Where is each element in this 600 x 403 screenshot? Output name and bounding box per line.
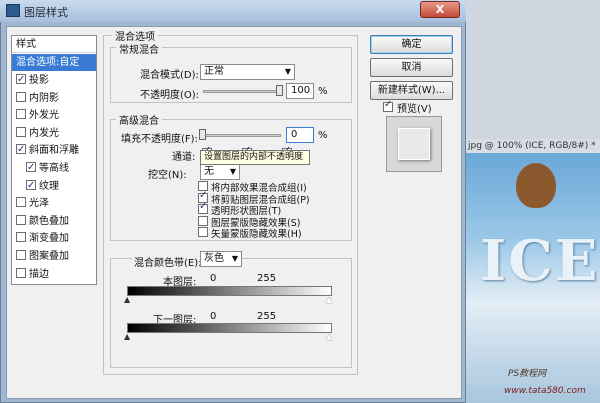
style-item-label: 颜色叠加 — [29, 215, 69, 227]
opacity-unit: % — [318, 86, 328, 97]
fill-opacity-tooltip: 设置图层的内部不透明度 — [200, 150, 310, 165]
watermark-line2: www.tata580.com — [504, 386, 586, 396]
advanced-option-checkbox[interactable] — [198, 227, 208, 237]
fill-opacity-input[interactable]: 0 — [286, 127, 314, 143]
style-item[interactable]: 内发光 — [12, 125, 96, 142]
preview-checkbox[interactable] — [383, 99, 393, 112]
style-item-label: 渐变叠加 — [29, 233, 69, 245]
style-item-checkbox[interactable] — [16, 109, 26, 120]
style-item[interactable]: 渐变叠加 — [12, 230, 96, 247]
style-item[interactable]: 纹理 — [12, 177, 96, 195]
style-item[interactable]: 内阴影 — [12, 90, 96, 107]
underlying-gradient — [127, 323, 332, 333]
this-layer-black-slider[interactable]: ▲ — [124, 295, 130, 304]
ok-button[interactable]: 确定 — [370, 35, 453, 54]
fill-opacity-slider[interactable] — [203, 134, 281, 137]
new-style-button[interactable]: 新建样式(W)... — [370, 81, 453, 100]
opacity-label: 不透明度(O): — [140, 90, 200, 101]
opacity-slider-thumb[interactable] — [276, 85, 283, 96]
document-tab[interactable]: jpg @ 100% (ICE, RGB/8#) * — [466, 139, 600, 153]
style-item[interactable]: 等高线 — [12, 159, 96, 177]
style-item-checkbox[interactable] — [16, 126, 26, 137]
style-item-label: 投影 — [29, 75, 49, 86]
style-item-blend-options[interactable]: 混合选项:自定 — [12, 54, 96, 71]
style-item[interactable]: 外发光 — [12, 107, 96, 124]
style-item-checkbox[interactable] — [16, 267, 26, 278]
style-item-label: 外发光 — [29, 110, 59, 122]
style-list-header: 样式 — [12, 36, 96, 53]
style-item-checkbox[interactable] — [16, 214, 26, 225]
style-list: 样式 混合选项:自定 投影内阴影外发光内发光斜面和浮雕等高线纹理光泽颜色叠加渐变… — [11, 35, 97, 285]
canvas-ice-text: ICE — [480, 228, 600, 294]
photoshop-icon — [6, 4, 20, 17]
style-item-checkbox[interactable] — [16, 197, 26, 208]
style-item-checkbox[interactable] — [26, 159, 36, 176]
watermark-line1: PS教程网 — [508, 369, 547, 379]
blend-mode-value: 正常 — [204, 66, 224, 77]
opacity-slider[interactable] — [203, 90, 281, 93]
fill-opacity-unit: % — [318, 130, 328, 141]
style-item-label: 描边 — [29, 268, 49, 280]
channels-label: 通道: — [172, 152, 196, 163]
opacity-input[interactable]: 100 — [286, 83, 314, 99]
style-item[interactable]: 颜色叠加 — [12, 213, 96, 230]
style-item-checkbox[interactable] — [16, 250, 26, 260]
style-item[interactable]: 斜面和浮雕 — [12, 141, 96, 159]
knockout-label: 挖空(N): — [148, 170, 187, 181]
style-item[interactable]: 描边 — [12, 266, 96, 283]
style-item-label: 斜面和浮雕 — [29, 145, 79, 157]
fill-opacity-label: 填充不透明度(F): — [121, 134, 198, 145]
this-layer-gradient — [127, 286, 332, 296]
blend-if-select[interactable]: 灰色 ▼ — [200, 251, 242, 267]
style-item-label: 纹理 — [39, 180, 59, 192]
blend-if-label: 混合颜色带(E): — [132, 254, 204, 269]
style-item[interactable]: 投影 — [12, 71, 96, 89]
general-blending-title: 常规混合 — [116, 41, 162, 56]
this-layer-max: 255 — [257, 273, 277, 284]
style-item-label: 图案叠加 — [29, 251, 69, 262]
style-item-checkbox[interactable] — [16, 91, 26, 102]
style-item-checkbox[interactable] — [16, 141, 26, 158]
style-item[interactable]: 图案叠加 — [12, 248, 96, 265]
title-bar[interactable]: 图层样式 X — [0, 0, 466, 22]
style-item-label: 内发光 — [29, 127, 59, 139]
advanced-blending-title: 高级混合 — [116, 112, 162, 127]
advanced-option-checkbox[interactable] — [198, 215, 208, 226]
fill-opacity-slider-thumb[interactable] — [199, 129, 206, 140]
this-layer-min: 0 — [210, 273, 217, 284]
chevron-down-icon: ▼ — [229, 167, 236, 176]
acorn-image — [516, 163, 556, 208]
advanced-option-checkbox[interactable] — [198, 201, 208, 214]
chevron-down-icon: ▼ — [284, 67, 291, 76]
document-canvas: ICE PS教程网 www.tata580.com — [466, 153, 600, 403]
this-layer-white-slider[interactable]: ▲ — [326, 295, 332, 304]
chevron-down-icon: ▼ — [231, 254, 238, 263]
knockout-value: 无 — [204, 166, 214, 177]
style-preview-swatch — [386, 116, 442, 172]
style-item-checkbox[interactable] — [26, 177, 36, 194]
desktop-background — [466, 0, 600, 139]
style-item[interactable]: 光泽 — [12, 195, 96, 212]
close-button[interactable]: X — [420, 1, 460, 18]
style-item-label: 等高线 — [39, 163, 69, 174]
blend-if-value: 灰色 — [204, 253, 224, 264]
underlying-min: 0 — [210, 311, 217, 322]
preview-label: 预览(V) — [397, 104, 432, 115]
blend-mode-label: 混合模式(D): — [140, 70, 199, 81]
knockout-select[interactable]: 无 ▼ — [200, 164, 240, 180]
cancel-button[interactable]: 取消 — [370, 58, 453, 77]
preview-square — [398, 128, 430, 160]
blend-mode-select[interactable]: 正常 ▼ — [200, 64, 295, 80]
advanced-option-label: 矢量蒙版隐藏效果(H) — [211, 229, 302, 240]
underlying-black-slider[interactable]: ▲ — [124, 332, 130, 341]
underlying-white-slider[interactable]: ▲ — [326, 332, 332, 341]
underlying-max: 255 — [257, 311, 277, 322]
blend-if-group — [110, 258, 352, 368]
style-item-checkbox[interactable] — [16, 232, 26, 243]
style-item-label: 光泽 — [29, 198, 49, 210]
style-item-checkbox[interactable] — [16, 71, 26, 88]
window-title: 图层样式 — [24, 6, 68, 19]
style-item-label: 内阴影 — [29, 92, 59, 104]
